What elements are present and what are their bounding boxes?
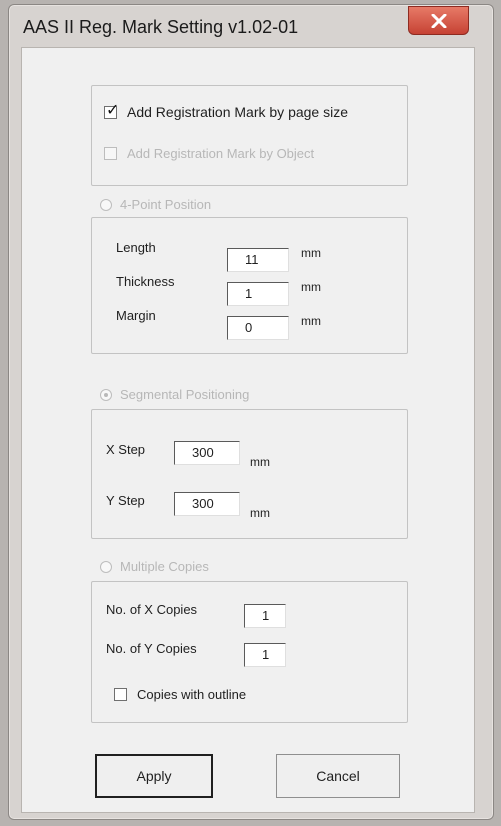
add-mark-by-page-size-label: Add Registration Mark by page size xyxy=(127,104,348,120)
add-mark-by-object-option: Add Registration Mark by Object xyxy=(104,146,314,161)
title-bar: AAS II Reg. Mark Setting v1.02-01 xyxy=(9,5,493,49)
dialog-window: AAS II Reg. Mark Setting v1.02-01 ✓ Add … xyxy=(8,4,494,820)
segmental-positioning-label: Segmental Positioning xyxy=(120,387,250,402)
apply-button[interactable]: Apply xyxy=(95,754,213,798)
registration-options-group: ✓ Add Registration Mark by page size Add… xyxy=(91,85,408,186)
cancel-button[interactable]: Cancel xyxy=(276,754,400,798)
add-mark-by-object-label: Add Registration Mark by Object xyxy=(127,146,315,161)
radio-dot-icon xyxy=(104,392,108,397)
dialog-content: ✓ Add Registration Mark by page size Add… xyxy=(21,47,475,813)
copies-with-outline-checkbox[interactable] xyxy=(114,688,127,701)
segmental-positioning-radio-button xyxy=(100,388,112,401)
four-point-position-radio: 4-Point Position xyxy=(100,197,211,212)
add-mark-by-object-checkbox xyxy=(104,147,117,160)
window-title: AAS II Reg. Mark Setting v1.02-01 xyxy=(23,17,299,37)
x-step-input[interactable]: 300 xyxy=(174,441,240,465)
margin-input[interactable]: 0 xyxy=(227,316,289,340)
thickness-unit: mm xyxy=(301,280,321,294)
checkmark-icon: ✓ xyxy=(106,101,120,119)
copies-with-outline-label: Copies with outline xyxy=(137,687,247,702)
x-step-unit: mm xyxy=(250,455,270,469)
segmental-positioning-radio: Segmental Positioning xyxy=(100,387,249,402)
close-icon xyxy=(431,13,446,28)
margin-label: Margin xyxy=(116,308,156,323)
multiple-copies-group: No. of X Copies 1 No. of Y Copies 1 Copi… xyxy=(91,581,408,723)
x-step-label: X Step xyxy=(106,442,146,457)
length-input[interactable]: 11 xyxy=(227,248,289,272)
four-point-position-radio-button xyxy=(100,198,112,211)
y-copies-label: No. of Y Copies xyxy=(106,641,197,656)
copies-with-outline-option[interactable]: Copies with outline xyxy=(114,687,246,702)
y-step-label: Y Step xyxy=(106,493,145,508)
y-step-unit: mm xyxy=(250,506,270,520)
thickness-input[interactable]: 1 xyxy=(227,282,289,306)
length-unit: mm xyxy=(301,246,321,260)
x-copies-label: No. of X Copies xyxy=(106,602,198,617)
y-step-input[interactable]: 300 xyxy=(174,492,240,516)
length-label: Length xyxy=(116,240,156,255)
y-copies-input[interactable]: 1 xyxy=(244,643,286,667)
multiple-copies-label: Multiple Copies xyxy=(120,559,209,574)
thickness-label: Thickness xyxy=(116,274,175,289)
close-button[interactable] xyxy=(408,6,469,35)
segmental-settings-group: X Step 300 mm Y Step 300 mm xyxy=(91,409,408,539)
four-point-settings-group: Length 11 mm Thickness 1 mm Margin 0 mm xyxy=(91,217,408,354)
margin-unit: mm xyxy=(301,314,321,328)
add-mark-by-page-size-checkbox[interactable]: ✓ xyxy=(104,101,120,119)
x-copies-input[interactable]: 1 xyxy=(244,604,286,628)
four-point-position-label: 4-Point Position xyxy=(120,197,212,212)
add-mark-by-page-size-option[interactable]: ✓ Add Registration Mark by page size xyxy=(104,101,348,120)
multiple-copies-radio-button xyxy=(100,560,112,573)
multiple-copies-radio: Multiple Copies xyxy=(100,559,209,574)
